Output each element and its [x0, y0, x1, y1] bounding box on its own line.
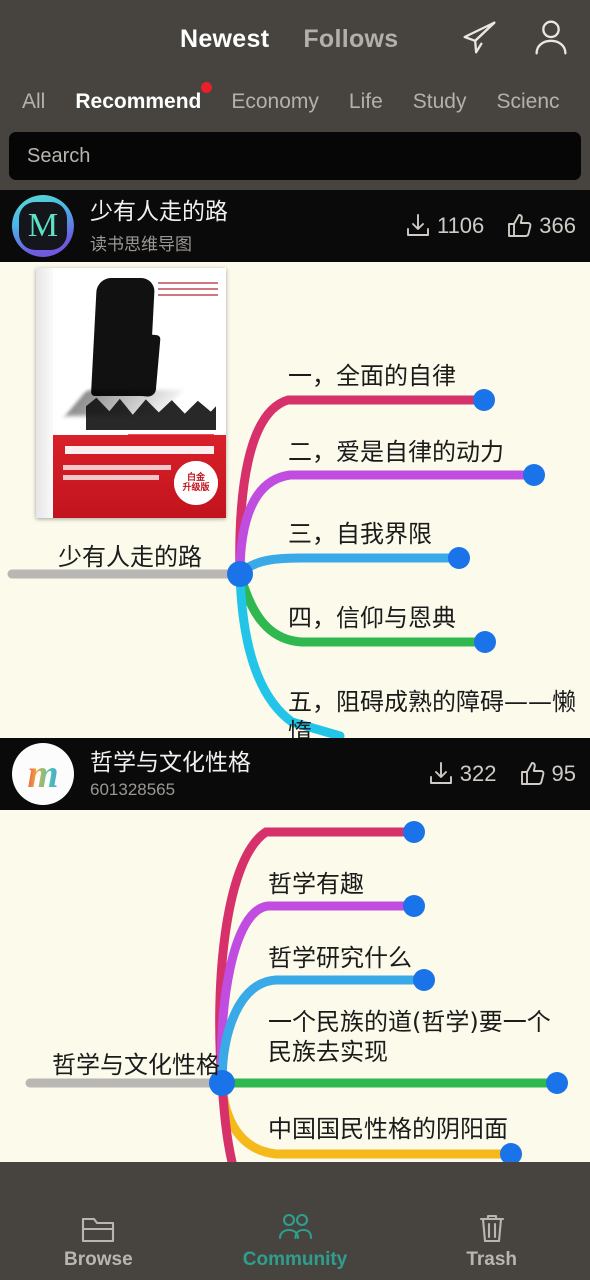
tab-all[interactable]: All: [22, 90, 45, 114]
branch-label-1: 哲学有趣: [268, 870, 364, 898]
branch-node-3[interactable]: [413, 969, 435, 991]
card-1-stats: 1106 366: [404, 212, 576, 240]
nav-item-community[interactable]: Community: [197, 1211, 394, 1271]
search-bar-container: Search: [0, 126, 590, 190]
tab-study-label: Study: [412, 90, 467, 113]
branch-node-1[interactable]: [403, 821, 425, 843]
card-title: 少有人走的路: [90, 198, 228, 225]
book-band-line-3: [63, 475, 159, 480]
branch-label-5-wrap: 惰: [288, 718, 312, 738]
top-bar: Newest Follows: [0, 0, 590, 78]
download-stat[interactable]: 322: [427, 760, 497, 788]
mindmap-root-label: 哲学与文化性格: [52, 1051, 220, 1079]
feed-card-2[interactable]: m 哲学与文化性格 601328565 322 95 哲学与文化性格 哲学有趣 …: [0, 738, 590, 1162]
download-icon: [404, 212, 432, 240]
badge-line-2: 升级版: [182, 483, 210, 493]
profile-icon[interactable]: [528, 14, 574, 60]
book-spine: [36, 268, 53, 518]
card-subtitle: 601328565: [90, 780, 176, 800]
download-stat[interactable]: 1106: [404, 212, 484, 240]
avatar[interactable]: M: [12, 195, 74, 257]
tab-recommend-badge-dot: [201, 82, 213, 93]
badge-line-1: 白金: [186, 472, 205, 483]
category-tabs[interactable]: All Recommend Economy Life Study Scienc: [0, 78, 590, 126]
avatar-letter: m: [27, 751, 59, 796]
branch-label-2: 哲学研究什么: [268, 944, 412, 972]
card-2-stats: 322 95: [427, 760, 576, 788]
segment-follows[interactable]: Follows: [303, 25, 398, 54]
tab-economy[interactable]: Economy: [231, 90, 319, 114]
tab-economy-label: Economy: [231, 90, 319, 113]
download-icon: [427, 760, 455, 788]
download-count: 1106: [436, 213, 485, 238]
branch-label-3: 三，自我界限: [288, 520, 432, 548]
branch-node-4[interactable]: [546, 1072, 568, 1094]
avatar-letter: M: [27, 207, 59, 244]
card-1-header: M 少有人走的路 读书思维导图 1106 366: [0, 190, 590, 262]
folder-icon: [80, 1211, 116, 1245]
people-icon: [277, 1211, 313, 1245]
nav-label-trash: Trash: [466, 1249, 518, 1270]
card-1-meta: 少有人走的路 读书思维导图: [90, 197, 404, 255]
book-band-line-1: [65, 446, 214, 454]
top-segment-control: Newest Follows: [180, 25, 399, 54]
book-cover-top-text: [158, 282, 218, 296]
feed-card-1[interactable]: M 少有人走的路 读书思维导图 1106 366 白金 升级版 少有人走的路 一…: [0, 190, 590, 738]
nav-label-browse: Browse: [64, 1249, 133, 1270]
tab-recommend[interactable]: Recommend: [75, 82, 213, 114]
card-2-meta: 哲学与文化性格 601328565: [90, 748, 427, 801]
thumbs-up-icon: [519, 760, 547, 788]
branch-node-1[interactable]: [473, 389, 495, 411]
root-node[interactable]: [227, 561, 253, 587]
avatar-inner: M: [19, 202, 67, 250]
mindmap-root-label: 少有人走的路: [58, 543, 202, 571]
thumbs-up-icon: [506, 212, 534, 240]
search-placeholder: Search: [27, 144, 91, 167]
branch-label-5: 五，阻碍成熟的障碍——懒: [288, 688, 576, 716]
avatar[interactable]: m: [12, 743, 74, 805]
like-stat[interactable]: 366: [506, 212, 576, 240]
top-bar-icons: [456, 14, 574, 60]
branch-node-2[interactable]: [523, 464, 545, 486]
branch-node-4[interactable]: [474, 631, 496, 653]
trash-icon: [474, 1211, 510, 1245]
tab-science-label: Scienc: [496, 90, 560, 113]
book-band-line-2: [63, 465, 171, 470]
branch-node-3[interactable]: [448, 547, 470, 569]
download-count: 322: [459, 761, 497, 786]
nav-label-community: Community: [242, 1249, 348, 1270]
like-count: 366: [539, 213, 576, 238]
bottom-navigation: Browse Community Trash: [0, 1202, 590, 1280]
nav-item-browse[interactable]: Browse: [0, 1211, 197, 1271]
segment-newest[interactable]: Newest: [180, 25, 269, 54]
card-2-header: m 哲学与文化性格 601328565 322 95: [0, 738, 590, 810]
tab-life[interactable]: Life: [349, 90, 383, 114]
tab-recommend-label: Recommend: [75, 90, 202, 113]
book-cover-badge: 白金 升级版: [174, 461, 218, 505]
branch-label-1: 一，全面的自律: [288, 362, 456, 390]
book-cover-image: 白金 升级版: [36, 268, 226, 518]
book-cover-red-band: 白金 升级版: [53, 435, 226, 518]
like-count: 95: [551, 761, 576, 786]
mindmap-svg-2: [0, 810, 590, 1162]
card-title: 哲学与文化性格: [90, 748, 251, 775]
branch-label-3-wrap: 民族去实现: [268, 1038, 388, 1066]
tab-all-label: All: [22, 90, 46, 113]
like-stat[interactable]: 95: [519, 760, 576, 788]
card-2-mindmap[interactable]: 哲学与文化性格 哲学有趣 哲学研究什么 一个民族的道(哲学)要一个 民族去实现 …: [0, 810, 590, 1162]
branch-label-4: 四，信仰与恩典: [288, 604, 456, 632]
branch-node-2[interactable]: [403, 895, 425, 917]
card-subtitle: 读书思维导图: [90, 234, 192, 254]
book-cover-leg-2: [125, 332, 161, 398]
tab-study[interactable]: Study: [413, 90, 467, 114]
card-1-mindmap[interactable]: 白金 升级版 少有人走的路 一，全面的自律 二，爱是自律的动力 三，自我界限 四…: [0, 262, 590, 738]
nav-item-trash[interactable]: Trash: [393, 1211, 590, 1271]
branch-label-3: 一个民族的道(哲学)要一个: [268, 1008, 551, 1036]
branch-label-2: 二，爱是自律的动力: [288, 438, 504, 466]
tab-science[interactable]: Scienc: [496, 90, 559, 114]
send-icon[interactable]: [456, 14, 502, 60]
search-input[interactable]: Search: [9, 132, 581, 180]
tab-life-label: Life: [348, 90, 383, 113]
branch-label-4: 中国国民性格的阴阳面: [268, 1115, 508, 1143]
